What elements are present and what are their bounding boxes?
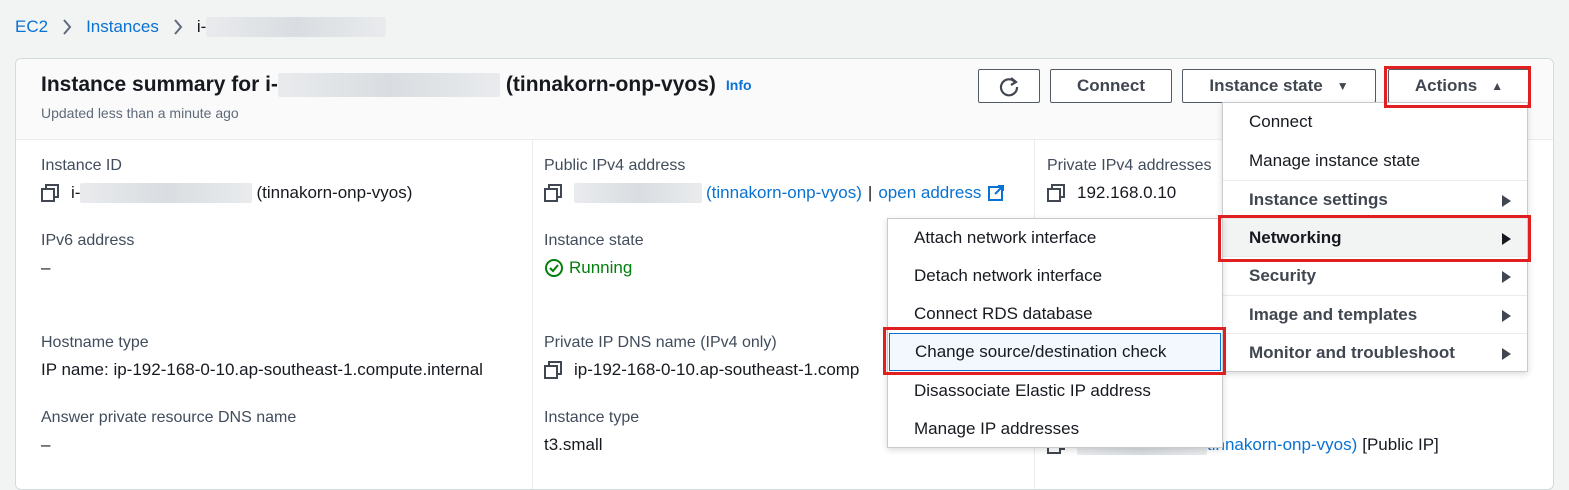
connect-button[interactable]: Connect xyxy=(1050,69,1172,103)
public-ip-link[interactable]: (tinnakorn-onp-vyos) xyxy=(706,183,862,203)
networking-submenu: Attach network interface Detach network … xyxy=(887,218,1223,448)
redacted-id xyxy=(277,73,500,97)
field-answer-dns: Answer private resource DNS name – xyxy=(41,409,296,455)
caret-right-icon xyxy=(1502,348,1511,360)
menu-item-manage-instance-state[interactable]: Manage instance state xyxy=(1223,142,1527,180)
hostname-type-value: IP name: ip-192-168-0-10.ap-southeast-1.… xyxy=(41,360,483,379)
public-ip-tag: [Public IP] xyxy=(1362,435,1439,454)
field-hostname-type: Hostname type IP name: ip-192-168-0-10.a… xyxy=(41,334,483,380)
elastic-ip-link[interactable]: tinnakorn-onp-vyos) xyxy=(1207,435,1357,455)
field-private-ipv4: Private IPv4 addresses 192.168.0.10 xyxy=(1047,157,1212,203)
menu-item-security[interactable]: Security xyxy=(1223,256,1527,294)
open-address-link[interactable]: open address xyxy=(878,183,981,203)
menu-item-connect-rds-database[interactable]: Connect RDS database xyxy=(888,295,1222,333)
instance-state-button[interactable]: Instance state ▼ xyxy=(1182,69,1376,103)
field-private-dns: Private IP DNS name (IPv4 only) ip-192-1… xyxy=(544,334,859,380)
copy-icon[interactable] xyxy=(1047,184,1065,202)
check-circle-icon xyxy=(545,259,563,277)
updated-text: Updated less than a minute ago xyxy=(41,105,239,121)
ipv6-label: IPv6 address xyxy=(41,232,135,249)
column-divider xyxy=(532,139,533,489)
separator: | xyxy=(867,183,873,202)
caret-right-icon xyxy=(1502,271,1511,283)
instance-type-value: t3.small xyxy=(544,435,603,454)
field-instance-id: Instance ID i- (tinnakorn-onp-vyos) xyxy=(41,157,412,203)
instance-state-field-label: Instance state xyxy=(544,232,644,249)
breadcrumb-ec2[interactable]: EC2 xyxy=(15,17,48,37)
breadcrumb: EC2 Instances i- xyxy=(15,16,387,38)
page-title: Instance summary for i- (tinnakorn-onp-v… xyxy=(41,73,752,97)
field-public-ipv4: Public IPv4 address (tinnakorn-onp-vyos)… xyxy=(544,157,1005,203)
copy-icon[interactable] xyxy=(41,184,59,202)
private-dns-value: ip-192-168-0-10.ap-southeast-1.comp xyxy=(574,360,860,379)
menu-item-instance-settings[interactable]: Instance settings xyxy=(1223,180,1527,218)
hostname-type-label: Hostname type xyxy=(41,334,149,351)
redacted-id xyxy=(206,17,387,38)
actions-menu: Connect Manage instance state Instance s… xyxy=(1222,102,1528,372)
instance-type-label: Instance type xyxy=(544,409,640,426)
field-instance-state: Instance state Running xyxy=(544,232,644,278)
breadcrumb-current: i- xyxy=(197,17,387,38)
field-ipv6: IPv6 address – xyxy=(41,232,134,278)
menu-item-disassociate-elastic-ip[interactable]: Disassociate Elastic IP address xyxy=(888,372,1222,410)
redacted-id xyxy=(80,183,253,203)
actions-button[interactable]: Actions ▲ xyxy=(1388,69,1530,103)
caret-right-icon xyxy=(1502,310,1511,322)
menu-item-detach-network-interface[interactable]: Detach network interface xyxy=(888,257,1222,295)
connect-label: Connect xyxy=(1077,76,1145,95)
chevron-right-icon xyxy=(62,19,72,35)
redacted-ip xyxy=(574,183,702,203)
ipv6-value: – xyxy=(41,258,51,277)
private-dns-label: Private IP DNS name (IPv4 only) xyxy=(544,334,777,351)
instance-id-prefix: i- xyxy=(71,183,81,202)
caret-up-icon: ▲ xyxy=(1491,79,1504,93)
field-instance-type: Instance type t3.small xyxy=(544,409,639,455)
info-link[interactable]: Info xyxy=(726,77,752,93)
menu-item-manage-ip-addresses[interactable]: Manage IP addresses xyxy=(888,410,1222,448)
menu-item-monitor-and-troubleshoot[interactable]: Monitor and troubleshoot xyxy=(1223,333,1527,371)
copy-icon[interactable] xyxy=(544,184,562,202)
copy-icon[interactable] xyxy=(544,361,562,379)
private-ipv4-value: 192.168.0.10 xyxy=(1077,183,1177,202)
status-running: Running xyxy=(569,258,633,277)
answer-dns-value: – xyxy=(41,435,51,454)
public-ipv4-label: Public IPv4 address xyxy=(544,157,686,174)
caret-right-icon xyxy=(1502,233,1511,245)
breadcrumb-instances[interactable]: Instances xyxy=(86,17,159,37)
instance-id-name: (tinnakorn-onp-vyos) xyxy=(256,183,413,202)
actions-label: Actions xyxy=(1414,76,1478,95)
refresh-icon xyxy=(999,77,1019,97)
caret-down-icon: ▼ xyxy=(1336,79,1349,93)
refresh-button[interactable] xyxy=(978,69,1040,103)
chevron-right-icon xyxy=(173,19,183,35)
private-ipv4-label: Private IPv4 addresses xyxy=(1047,157,1212,174)
external-link-icon[interactable] xyxy=(987,184,1005,202)
instance-id-label: Instance ID xyxy=(41,157,122,174)
menu-item-connect[interactable]: Connect xyxy=(1223,103,1527,141)
instance-state-label: Instance state xyxy=(1209,76,1323,95)
answer-dns-label: Answer private resource DNS name xyxy=(41,409,297,426)
menu-item-image-and-templates[interactable]: Image and templates xyxy=(1223,295,1527,333)
menu-item-attach-network-interface[interactable]: Attach network interface xyxy=(888,219,1222,257)
caret-right-icon xyxy=(1502,195,1511,207)
menu-item-change-source-destination-check[interactable]: Change source/destination check xyxy=(889,333,1221,371)
menu-item-networking[interactable]: Networking xyxy=(1223,218,1527,256)
